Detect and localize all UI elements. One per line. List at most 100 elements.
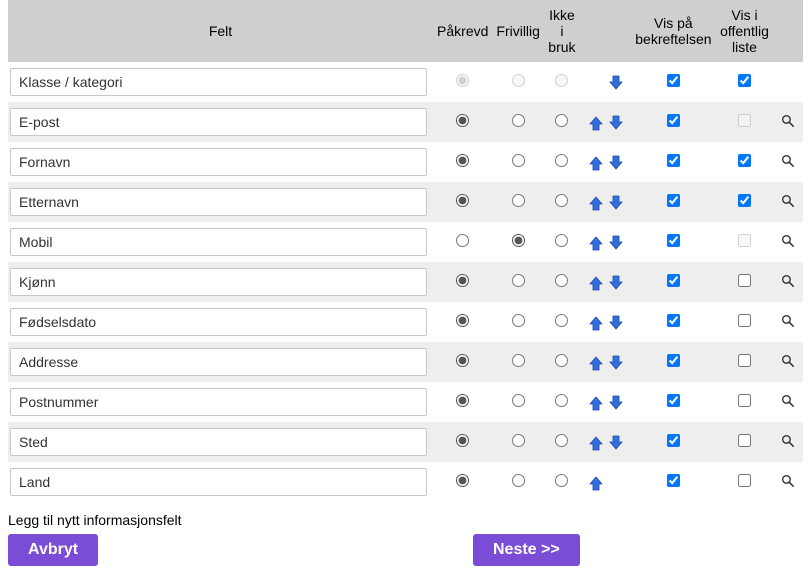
magnifier-icon[interactable] [780,193,796,209]
not-used-radio[interactable] [555,114,568,127]
optional-radio[interactable] [512,114,525,127]
magnifier-icon[interactable] [780,313,796,329]
optional-radio[interactable] [512,474,525,487]
required-radio[interactable] [456,394,469,407]
magnifier-icon[interactable] [780,153,796,169]
show-confirmation-checkbox[interactable] [667,474,680,487]
magnifier-icon[interactable] [780,473,796,489]
move-up-icon[interactable] [588,155,604,171]
show-public-checkbox[interactable] [738,274,751,287]
move-up-icon[interactable] [588,315,604,331]
move-up-icon[interactable] [588,435,604,451]
cancel-button[interactable]: Avbryt [8,534,98,566]
field-name-input[interactable] [10,388,427,416]
show-public-checkbox[interactable] [738,394,751,407]
optional-radio[interactable] [512,314,525,327]
header-move [580,0,631,62]
next-button[interactable]: Neste >> [473,534,580,566]
optional-radio[interactable] [512,394,525,407]
field-name-input[interactable] [10,468,427,496]
move-up-icon[interactable] [588,395,604,411]
magnifier-icon[interactable] [780,113,796,129]
not-used-radio[interactable] [555,354,568,367]
move-up-icon[interactable] [588,275,604,291]
show-confirmation-checkbox[interactable] [667,234,680,247]
not-used-radio[interactable] [555,394,568,407]
move-down-icon[interactable] [608,395,624,411]
field-name-input[interactable] [10,308,427,336]
show-public-checkbox[interactable] [738,314,751,327]
reorder-cell [580,422,631,462]
show-confirmation-checkbox[interactable] [667,314,680,327]
show-public-checkbox[interactable] [738,74,751,87]
move-down-icon[interactable] [608,195,624,211]
optional-radio[interactable] [512,154,525,167]
move-down-icon[interactable] [608,315,624,331]
show-confirmation-checkbox[interactable] [667,74,680,87]
magnifier-icon[interactable] [780,433,796,449]
move-up-icon[interactable] [588,235,604,251]
required-radio[interactable] [456,434,469,447]
not-used-radio[interactable] [555,234,568,247]
field-name-input[interactable] [10,108,427,136]
move-down-icon[interactable] [608,155,624,171]
required-radio[interactable] [456,314,469,327]
required-radio[interactable] [456,194,469,207]
show-confirmation-checkbox[interactable] [667,274,680,287]
magnifier-icon[interactable] [780,393,796,409]
show-public-checkbox[interactable] [738,434,751,447]
move-up-icon[interactable] [588,355,604,371]
required-radio[interactable] [456,234,469,247]
required-radio[interactable] [456,354,469,367]
show-public-checkbox[interactable] [738,194,751,207]
not-used-radio[interactable] [555,434,568,447]
field-name-input[interactable] [10,268,427,296]
show-confirmation-checkbox[interactable] [667,114,680,127]
field-name-input[interactable] [10,348,427,376]
not-used-radio[interactable] [555,154,568,167]
required-radio-cell [433,302,492,342]
move-up-icon[interactable] [588,115,604,131]
not-used-radio[interactable] [555,314,568,327]
required-radio[interactable] [456,114,469,127]
magnifier-icon[interactable] [780,353,796,369]
show-public-checkbox[interactable] [738,354,751,367]
show-public-checkbox[interactable] [738,474,751,487]
move-down-icon[interactable] [608,75,624,91]
show-public-checkbox[interactable] [738,154,751,167]
field-name-cell [8,462,433,502]
move-up-icon[interactable] [588,475,604,491]
field-name-input[interactable] [10,428,427,456]
not-used-radio[interactable] [555,274,568,287]
not-used-radio[interactable] [555,194,568,207]
move-down-icon[interactable] [608,235,624,251]
field-name-input[interactable] [10,228,427,256]
field-name-input[interactable] [10,68,427,96]
magnifier-icon[interactable] [780,233,796,249]
show-confirmation-checkbox[interactable] [667,354,680,367]
move-up-icon[interactable] [588,195,604,211]
optional-radio[interactable] [512,434,525,447]
required-radio[interactable] [456,154,469,167]
move-down-icon[interactable] [608,115,624,131]
required-radio[interactable] [456,474,469,487]
optional-radio[interactable] [512,194,525,207]
search-cell [773,62,803,102]
move-down-icon[interactable] [608,435,624,451]
add-field-link[interactable]: Legg til nytt informasjonsfelt [8,512,182,528]
field-name-input[interactable] [10,148,427,176]
required-radio[interactable] [456,274,469,287]
show-confirmation-checkbox[interactable] [667,194,680,207]
optional-radio[interactable] [512,234,525,247]
show-confirmation-checkbox[interactable] [667,394,680,407]
optional-radio[interactable] [512,274,525,287]
not-used-radio[interactable] [555,474,568,487]
header-frivillig: Frivillig [492,0,544,62]
field-name-input[interactable] [10,188,427,216]
move-down-icon[interactable] [608,275,624,291]
move-down-icon[interactable] [608,355,624,371]
magnifier-icon[interactable] [780,273,796,289]
show-confirmation-checkbox[interactable] [667,154,680,167]
show-confirmation-checkbox[interactable] [667,434,680,447]
optional-radio[interactable] [512,354,525,367]
